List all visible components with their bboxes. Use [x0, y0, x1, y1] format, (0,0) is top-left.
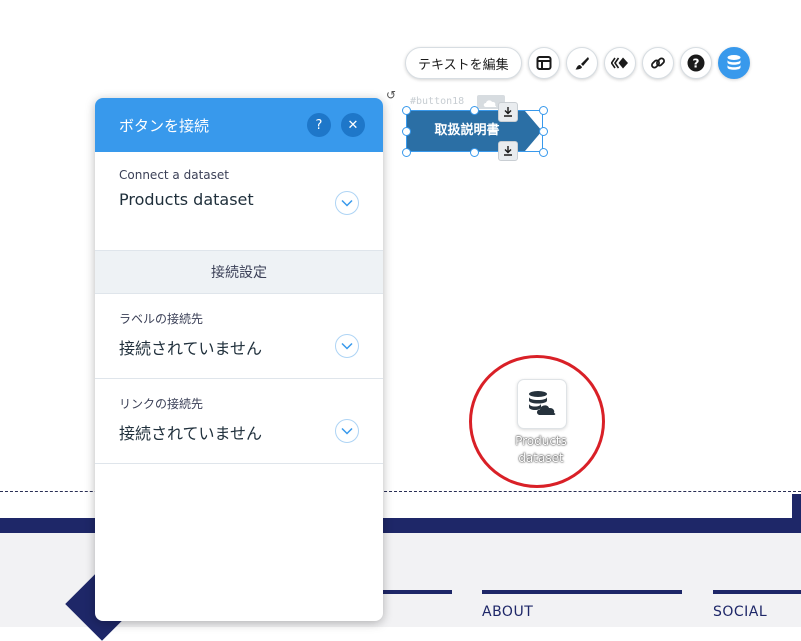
label-connect-dropdown-toggle[interactable] [335, 334, 359, 358]
connect-button-panel: ボタンを接続 ? ✕ Connect a dataset Products da… [95, 98, 383, 621]
resize-handle[interactable] [402, 148, 411, 157]
edit-text-button[interactable]: テキストを編集 [405, 47, 522, 79]
dataset-section: Connect a dataset Products dataset [95, 152, 383, 251]
help-icon: ? [687, 54, 705, 72]
link-connect-dropdown-toggle[interactable] [335, 419, 359, 443]
connection-settings-header: 接続設定 [95, 251, 383, 294]
layout-button[interactable] [527, 47, 560, 79]
highlight-annotation-circle [469, 355, 605, 488]
download-arrow-icon [504, 107, 512, 117]
resize-handle[interactable] [470, 148, 479, 157]
link-icon [650, 57, 665, 69]
dataset-label: Connect a dataset [119, 168, 229, 182]
design-brush-icon [575, 57, 589, 70]
resize-handle[interactable] [539, 148, 548, 157]
link-connect-label: リンクの接続先 [119, 397, 204, 411]
data-connect-button[interactable] [717, 47, 750, 79]
footer-social-heading[interactable]: SOCIAL [713, 604, 767, 620]
link-connect-dropdown[interactable]: 接続されていません [119, 420, 359, 444]
label-connect-label: ラベルの接続先 [119, 312, 204, 326]
stretch-bottom-handle[interactable] [498, 141, 518, 161]
panel-help-button[interactable]: ? [307, 113, 331, 137]
link-button[interactable] [641, 47, 674, 79]
label-connect-section: ラベルの接続先 接続されていません [95, 294, 383, 379]
panel-header: ボタンを接続 ? ✕ [95, 98, 383, 152]
chevron-down-icon [341, 427, 353, 435]
animation-button[interactable] [603, 47, 636, 79]
resize-handle[interactable] [470, 106, 479, 115]
panel-title: ボタンを接続 [119, 116, 210, 135]
link-connect-section: リンクの接続先 接続されていません [95, 379, 383, 464]
resize-handle[interactable] [402, 127, 411, 136]
help-button[interactable]: ? [679, 47, 712, 79]
panel-close-button[interactable]: ✕ [341, 113, 365, 137]
footer-column-line [482, 590, 682, 594]
rotate-handle-icon[interactable]: ↺ [383, 87, 399, 103]
resize-handle[interactable] [402, 106, 411, 115]
chevron-down-icon [341, 342, 353, 350]
footer-column-line [713, 590, 801, 594]
dataset-dropdown-toggle[interactable] [335, 191, 359, 215]
selection-box [406, 110, 543, 152]
download-arrow-icon [504, 146, 512, 156]
svg-text:?: ? [692, 57, 699, 71]
resize-handle[interactable] [539, 106, 548, 115]
dataset-dropdown[interactable]: Products dataset [119, 190, 359, 209]
element-id-label: #button18 [410, 96, 465, 107]
resize-handle[interactable] [539, 127, 548, 136]
animation-icon [610, 57, 628, 69]
label-connect-dropdown[interactable]: 接続されていません [119, 335, 359, 359]
element-toolbar: テキストを編集 ? [405, 47, 750, 79]
footer-about-heading[interactable]: ABOUT [482, 604, 533, 620]
stretch-top-handle[interactable] [498, 102, 518, 122]
design-button[interactable] [565, 47, 598, 79]
database-icon [727, 55, 741, 70]
chevron-down-icon [341, 199, 353, 207]
layout-icon [536, 56, 552, 70]
footer-column-line [380, 590, 452, 594]
